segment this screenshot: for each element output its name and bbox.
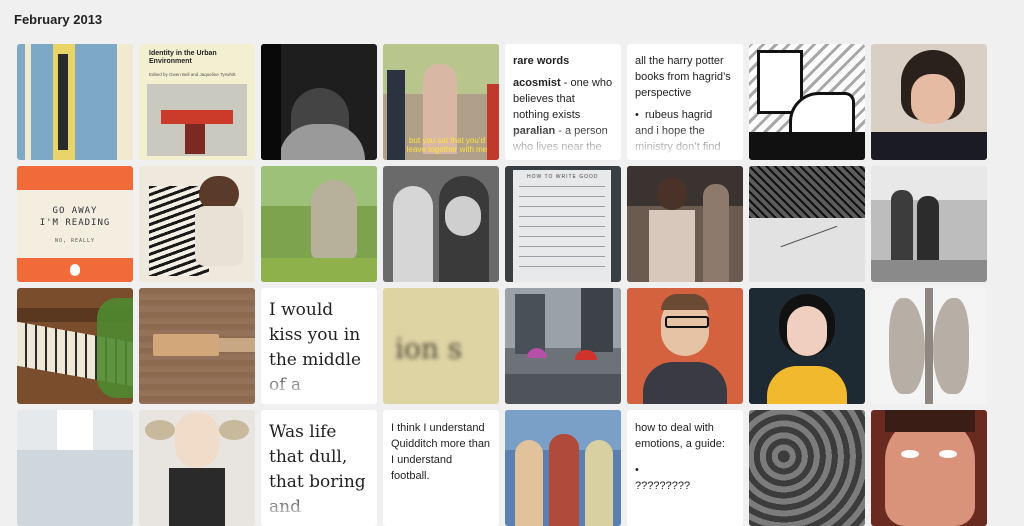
post-text: ????????? (635, 480, 691, 492)
post-tile-animated-still[interactable] (505, 410, 621, 526)
post-tile-old-piano[interactable] (17, 288, 133, 404)
post-tile-bw-girls-photo[interactable] (383, 166, 499, 282)
film-subtitle: but you sat that you’d leave together wi… (406, 136, 488, 154)
post-tile-woman-yellow-dress[interactable] (749, 288, 865, 404)
post-tile-urban-book-cover[interactable]: Identity in the Urban Environment Edited… (139, 44, 255, 160)
post-tile-woman-portrait[interactable] (871, 44, 987, 160)
post-tile-man-closeup[interactable] (871, 410, 987, 526)
book-subtitle: NO, REALLY (54, 237, 96, 244)
post-text: and i hope the ministry don’t find (635, 125, 721, 153)
post-text: I think I understand Quidditch more than… (391, 422, 491, 482)
book-authors: Edited by Gwen Bell and Jaqueline Tyrwhi… (149, 72, 236, 77)
post-tile-how-to-write-list[interactable]: HOW TO WRITE GOOD (505, 166, 621, 282)
post-tile-tarot-card[interactable] (17, 44, 133, 160)
post-tile-emotions-guide[interactable]: how to deal with emotions, a guide: ????… (627, 410, 743, 526)
post-tile-bw-back-portrait[interactable] (261, 44, 377, 160)
blurred-word: ion s (395, 332, 463, 365)
post-tile-inkblot[interactable] (871, 288, 987, 404)
archive-grid: Identity in the Urban Environment Edited… (17, 44, 987, 526)
post-tile-wooden-knife[interactable] (139, 288, 255, 404)
post-tile-comic-panel[interactable] (749, 44, 865, 160)
post-quote: I would kiss you in the middle of a ligh… (269, 300, 362, 404)
post-tile-life-quote[interactable]: Was life that dull, that boring and (261, 410, 377, 526)
post-tile-film-still[interactable]: but you sat that you’d leave together wi… (383, 44, 499, 160)
post-tile-go-away-book[interactable]: GO AWAY I'M READING NO, REALLY (17, 166, 133, 282)
post-heading: rare words (513, 55, 570, 67)
post-quote: Was life that dull, that boring and (269, 422, 366, 517)
post-tile-kiss-quote[interactable]: I would kiss you in the middle of a ligh… (261, 288, 377, 404)
post-tile-rare-words[interactable]: rare words acosmist - one who believes t… (505, 44, 621, 160)
rare-word-definition: - a person who lives near the (513, 125, 608, 153)
rare-word-term: acosmist (513, 77, 561, 89)
archive-month-title: February 2013 (14, 12, 103, 27)
post-tile-man-with-glasses[interactable] (627, 288, 743, 404)
rare-word-term: paralian (513, 125, 556, 137)
post-tile-white-room[interactable] (17, 410, 133, 526)
post-bullet (635, 462, 735, 478)
penguin-logo-icon (70, 264, 80, 276)
post-tile-blurred-text[interactable]: ion s (383, 288, 499, 404)
post-tile-eiffel-tower-bw[interactable] (749, 166, 865, 282)
post-tile-quidditch[interactable]: I think I understand Quidditch more than… (383, 410, 499, 526)
post-text: all the harry potter books from hagrid’s… (635, 55, 731, 99)
post-tile-children-photo[interactable] (627, 166, 743, 282)
list-heading: HOW TO WRITE GOOD (527, 174, 599, 180)
post-tile-giant-statue[interactable] (261, 166, 377, 282)
post-bullet: rubeus hagrid (635, 107, 735, 123)
post-tile-rainy-street[interactable] (505, 288, 621, 404)
book-line-2: I'M READING (39, 217, 111, 228)
post-tile-costume-portrait[interactable] (139, 410, 255, 526)
post-tile-crowd-bw[interactable] (749, 410, 865, 526)
post-tile-harry-potter[interactable]: all the harry potter books from hagrid’s… (627, 44, 743, 160)
glasses-icon (665, 316, 709, 328)
post-tile-piano-painting[interactable] (139, 166, 255, 282)
book-title: Identity in the Urban Environment (149, 50, 217, 65)
post-heading: how to deal with emotions, a guide: (635, 422, 725, 450)
post-tile-soldiers-photo[interactable] (871, 166, 987, 282)
book-line-1: GO AWAY (52, 205, 98, 216)
